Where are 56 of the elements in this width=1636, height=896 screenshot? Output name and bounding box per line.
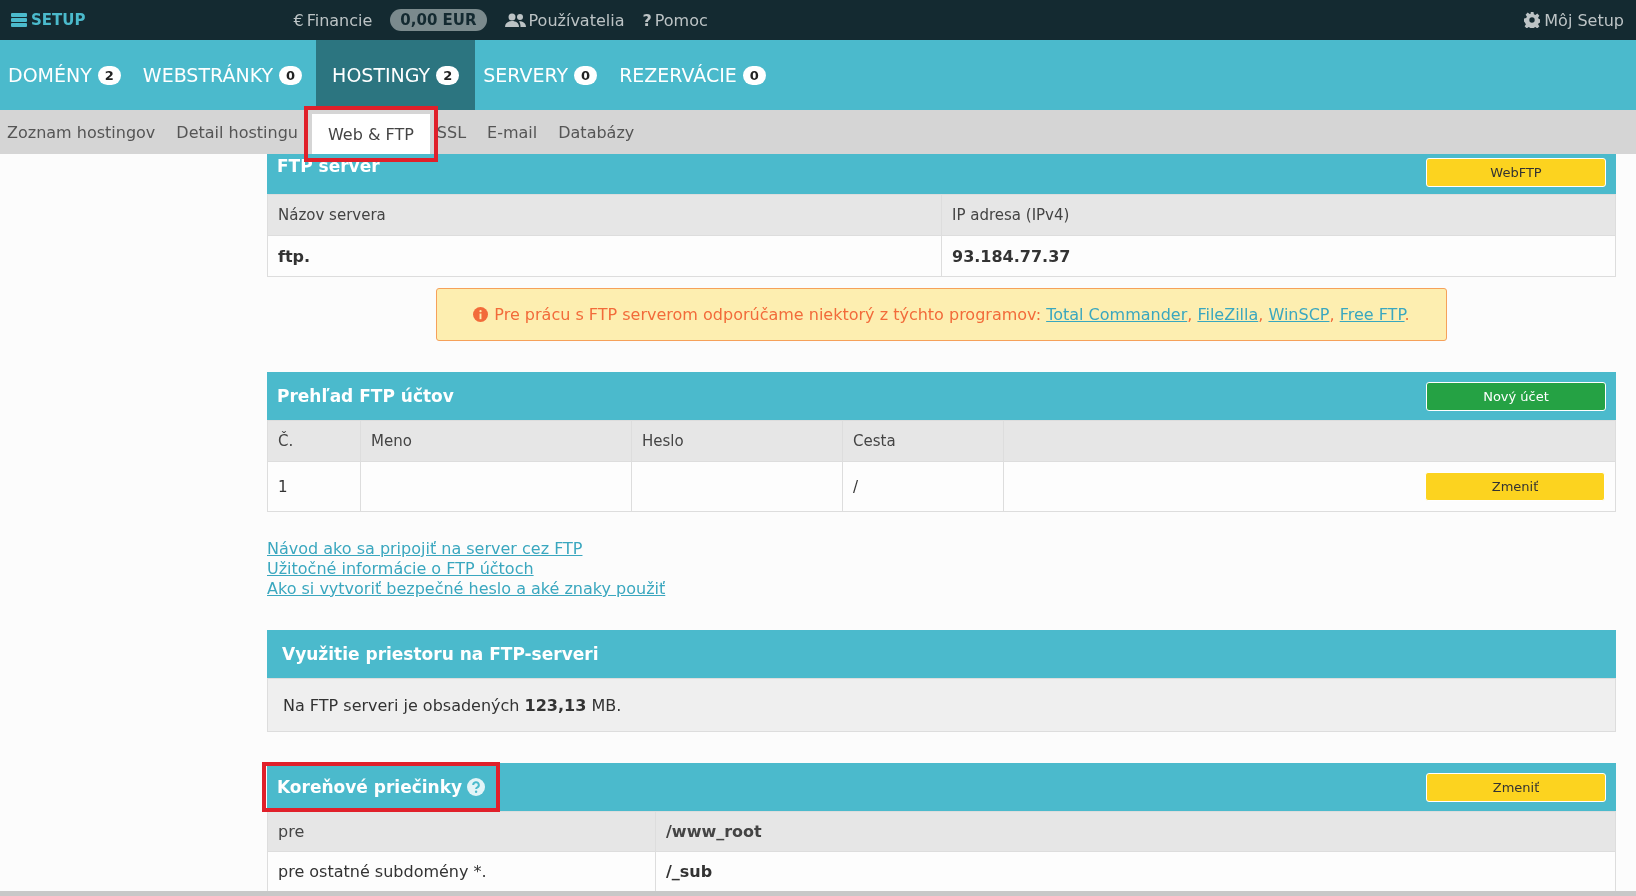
tab-label: WEBSTRÁNKY bbox=[142, 64, 274, 86]
subnav-tab[interactable]: Databázy bbox=[551, 110, 649, 154]
tab-label: HOSTINGY bbox=[332, 64, 431, 86]
webftp-button[interactable]: WebFTP bbox=[1426, 158, 1606, 187]
nav-tab[interactable]: WEBSTRÁNKY 0 bbox=[134, 40, 317, 110]
panel-title: Koreňové priečinky bbox=[277, 777, 463, 797]
nav-tab[interactable]: REZERVÁCIE 0 bbox=[611, 40, 780, 110]
balance-badge[interactable]: 0,00 EUR bbox=[390, 9, 487, 31]
tab-label: SERVERY bbox=[483, 64, 569, 86]
subnav-tab[interactable]: Detail hostingu bbox=[169, 110, 312, 154]
column-header: Heslo bbox=[631, 420, 843, 462]
count-badge: 0 bbox=[574, 65, 598, 85]
subnav-tab[interactable]: E-mail bbox=[480, 110, 552, 154]
subnav-tab[interactable]: Zoznam hostingov bbox=[0, 110, 170, 154]
euro-symbol: € bbox=[293, 10, 304, 30]
count-badge: 2 bbox=[436, 65, 460, 85]
change-button[interactable]: Zmeniť bbox=[1425, 472, 1605, 501]
column-header: Č. bbox=[267, 420, 361, 462]
help-link[interactable]: Pomoc bbox=[654, 10, 708, 30]
count-badge: 0 bbox=[742, 65, 766, 85]
table-cell: pre bbox=[267, 811, 656, 852]
nav-tab[interactable]: SERVERY 0 bbox=[475, 40, 612, 110]
column-header: Názov servera bbox=[267, 194, 942, 236]
logo-text[interactable]: SETUP bbox=[31, 11, 86, 29]
column-header: IP adresa (IPv4) bbox=[941, 194, 1616, 236]
table-cell: / bbox=[842, 461, 1004, 512]
panel-title: Prehľad FTP účtov bbox=[277, 386, 454, 406]
question-symbol: ? bbox=[642, 10, 652, 30]
subnav-tab[interactable]: SSL bbox=[429, 110, 481, 154]
table-cell: /www_root bbox=[655, 811, 1616, 852]
nav-tab[interactable]: DOMÉNY 2 bbox=[0, 40, 135, 110]
change-button[interactable]: Zmeniť bbox=[1426, 772, 1606, 802]
count-badge: 0 bbox=[279, 65, 303, 85]
count-badge: 2 bbox=[97, 65, 121, 85]
settings-icon[interactable] bbox=[1524, 12, 1541, 28]
column-header: Meno bbox=[360, 420, 632, 462]
users-link[interactable]: Používatelia bbox=[528, 10, 625, 30]
info-icon bbox=[473, 307, 489, 322]
nav-tab[interactable]: HOSTINGY 2 bbox=[316, 40, 476, 110]
tab-label: DOMÉNY bbox=[8, 64, 92, 86]
tab-label: REZERVÁCIE bbox=[619, 64, 737, 86]
panel-title: Využitie priestoru na FTP-serveri bbox=[282, 644, 599, 664]
subnav-tab[interactable]: Web & FTP bbox=[311, 114, 430, 154]
table-cell: pre ostatné subdomény *. bbox=[267, 851, 656, 892]
users-icon bbox=[504, 13, 526, 27]
new-account-button[interactable]: Nový účet bbox=[1426, 381, 1606, 411]
table-cell: 1 bbox=[267, 461, 361, 512]
account-link[interactable]: Môj Setup bbox=[1544, 10, 1624, 30]
table-cell: ftp. bbox=[267, 235, 942, 277]
server-stack-icon bbox=[11, 13, 27, 27]
column-header: Cesta bbox=[842, 420, 1004, 462]
finance-link[interactable]: Financie bbox=[306, 10, 373, 30]
table-cell: 93.184.77.37 bbox=[941, 235, 1616, 277]
alert-text: Pre prácu s FTP serverom odporúčame niektorý z týchto programov: Total Commander, FileZilla, WinSCP, Free FTP. bbox=[494, 305, 1410, 324]
usage-text: Na FTP serveri je obsadených 123,13 MB. bbox=[283, 695, 622, 715]
table-cell: /_sub bbox=[655, 851, 1616, 892]
